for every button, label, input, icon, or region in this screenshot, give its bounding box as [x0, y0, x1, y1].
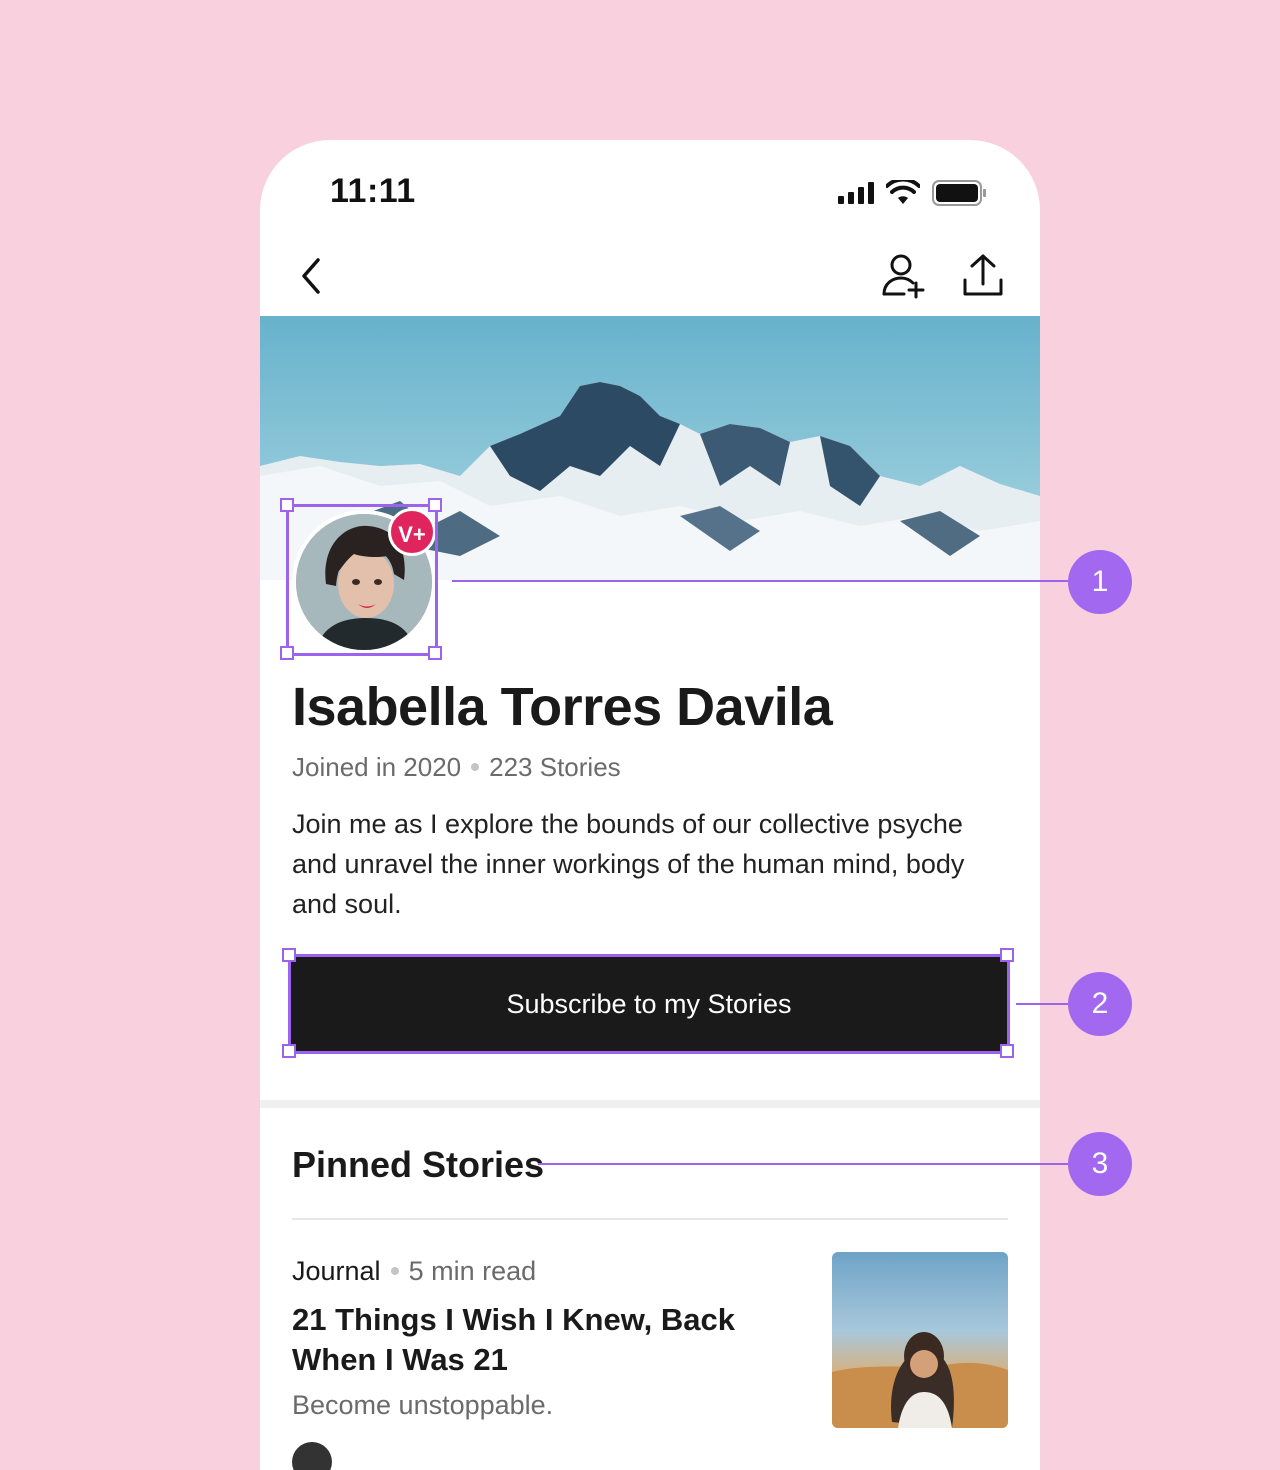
share-upload-icon[interactable]: [960, 252, 1006, 300]
publication-name[interactable]: Journal: [292, 1256, 381, 1286]
story-publication: Journal 5 min read: [292, 1256, 536, 1287]
selection-box-subscribe: [288, 954, 1010, 1054]
callout-3: 3: [1068, 1132, 1132, 1196]
read-time: 5 min read: [408, 1256, 537, 1286]
selection-box-avatar: [286, 504, 438, 656]
author-avatar: [292, 1442, 332, 1470]
chevron-left-icon[interactable]: [292, 252, 332, 300]
callout-2: 2: [1068, 972, 1132, 1036]
wifi-icon: [886, 180, 920, 204]
leader-line: [452, 580, 1068, 582]
selection-handle: [1000, 948, 1014, 962]
leader-line: [538, 1163, 1068, 1165]
story-thumbnail[interactable]: [832, 1252, 1008, 1428]
selection-handle: [282, 948, 296, 962]
profile-bio: Join me as I explore the bounds of our c…: [292, 809, 965, 919]
separator-dot: [390, 1266, 399, 1275]
battery-icon: [932, 180, 986, 206]
cellular-signal-icon: [838, 182, 874, 204]
selection-handle: [280, 646, 294, 660]
section-divider: [260, 1100, 1040, 1108]
selection-handle: [1000, 1044, 1014, 1058]
selection-handle: [280, 498, 294, 512]
selection-handle: [428, 646, 442, 660]
separator-dot: [471, 763, 480, 772]
joined-date: Joined in 2020: [292, 752, 462, 782]
phone-frame: 11:11 V+ Isabella Torres Davila Joined i…: [260, 140, 1040, 1470]
pinned-stories-title: Pinned Stories: [292, 1144, 545, 1185]
story-title[interactable]: 21 Things I Wish I Knew, Back When I Was…: [292, 1300, 792, 1380]
divider: [292, 1218, 1008, 1220]
status-time: 11:11: [330, 172, 416, 210]
profile-meta: Joined in 2020 223 Stories: [292, 752, 621, 783]
selection-handle: [428, 498, 442, 512]
selection-handle: [282, 1044, 296, 1058]
story-subtitle: Become unstoppable.: [292, 1390, 554, 1420]
profile-name: Isabella Torres Davila: [292, 677, 833, 737]
add-user-icon[interactable]: [880, 252, 926, 300]
stories-count[interactable]: 223 Stories: [489, 752, 621, 782]
leader-line: [1016, 1003, 1068, 1005]
thumbnail-photo: [832, 1332, 1008, 1428]
callout-1: 1: [1068, 550, 1132, 614]
